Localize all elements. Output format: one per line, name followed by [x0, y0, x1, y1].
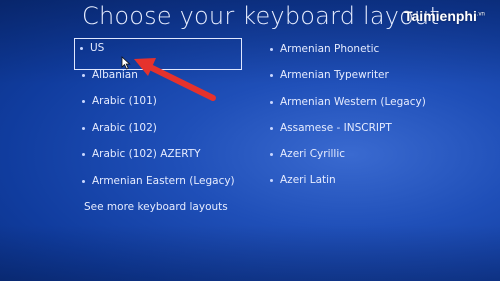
red-arrow-annotation: [134, 58, 216, 101]
mouse-cursor-icon: [121, 56, 131, 70]
